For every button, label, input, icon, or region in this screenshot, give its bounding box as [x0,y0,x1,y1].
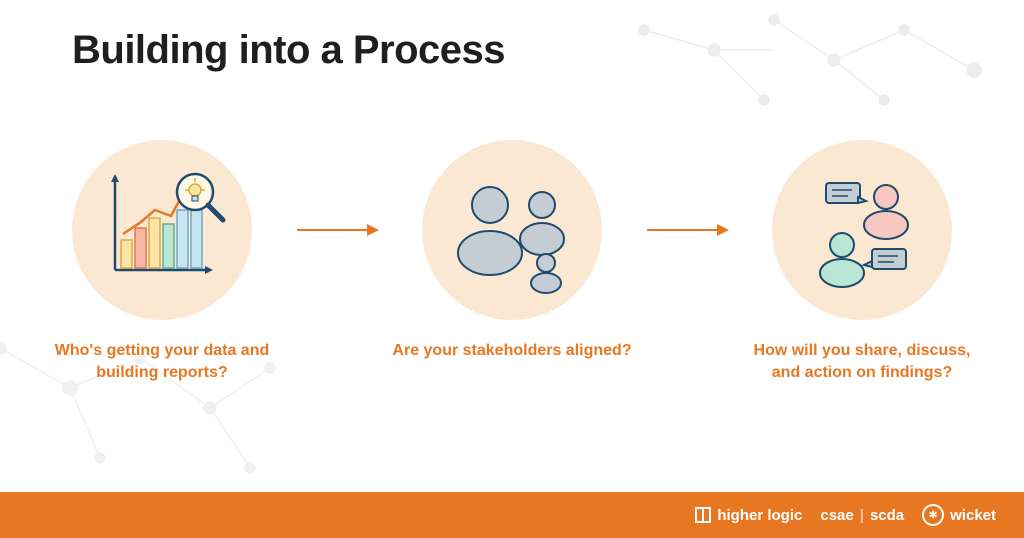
process-step-2: Are your stakeholders aligned? [382,140,642,362]
logo-csae-scda: csae | scda [820,507,904,524]
step-circle-3 [772,140,952,320]
step-label-1: Who's getting your data and building rep… [42,340,282,385]
step-label-2: Are your stakeholders aligned? [392,340,631,362]
logo-text-wicket: wicket [950,507,996,524]
footer-bar: higher logic csae | scda ✻ wicket [0,492,1024,538]
process-diagram: Who's getting your data and building rep… [0,140,1024,385]
logo-text-csae: csae [820,507,853,524]
logo-wicket: ✻ wicket [922,504,996,526]
network-decoration-top [624,0,1024,120]
arrow-1 [292,140,382,320]
logo-divider: | [860,507,864,524]
page-title: Building into a Process [72,28,505,73]
process-step-1: Who's getting your data and building rep… [32,140,292,385]
step-circle-2 [422,140,602,320]
chart-magnify-icon [97,170,227,290]
people-group-icon [442,165,582,295]
logo-text-scda: scda [870,507,904,524]
step-label-3: How will you share, discuss, and action … [742,340,982,385]
higher-logic-icon [695,507,711,523]
wicket-icon: ✻ [922,504,944,526]
step-circle-1 [72,140,252,320]
arrow-2 [642,140,732,320]
people-discuss-icon [792,165,932,295]
logo-text-hl: higher logic [717,507,802,524]
process-step-3: How will you share, discuss, and action … [732,140,992,385]
logo-higher-logic: higher logic [695,507,802,524]
